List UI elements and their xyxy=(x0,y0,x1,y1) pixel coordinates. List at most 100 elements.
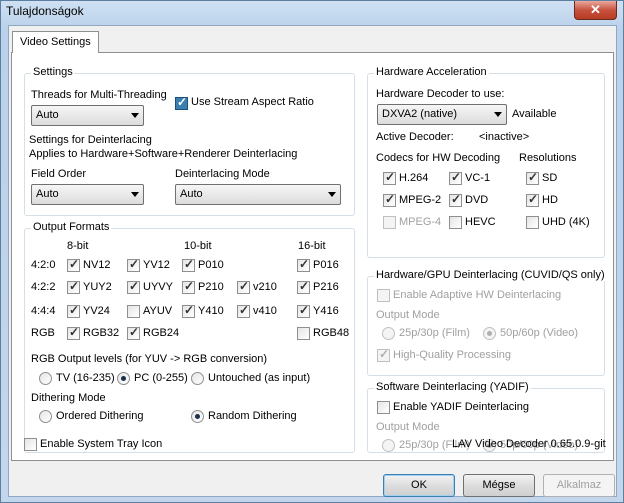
p216-checkbox[interactable] xyxy=(297,279,310,294)
vc1-checkbox[interactable] xyxy=(449,170,462,185)
cancel-button[interactable]: Mégse xyxy=(463,474,535,497)
ayuv-label[interactable]: AYUV xyxy=(143,305,172,317)
system-tray-checkbox[interactable] xyxy=(24,438,37,451)
tab-video-settings[interactable]: Video Settings xyxy=(12,31,99,53)
yuy2-label[interactable]: YUY2 xyxy=(83,281,112,293)
gpu-film-label[interactable]: 25p/30p (Film) xyxy=(399,327,470,339)
ayuv-checkbox[interactable] xyxy=(127,305,140,318)
p210-label[interactable]: P210 xyxy=(198,281,224,293)
p016-checkbox[interactable] xyxy=(297,257,310,272)
rgb24-label[interactable]: RGB24 xyxy=(143,327,179,339)
y416-label[interactable]: Y416 xyxy=(313,305,339,317)
hw-decoder-label: Hardware Decoder to use: xyxy=(376,88,505,100)
stream-aspect-label[interactable]: Use Stream Aspect Ratio xyxy=(191,96,314,108)
y410-label[interactable]: Y410 xyxy=(198,305,224,317)
close-button[interactable]: ✕ xyxy=(574,1,617,20)
v410-label[interactable]: v410 xyxy=(253,305,277,317)
hw-available: Available xyxy=(512,108,557,120)
yuy2-checkbox[interactable] xyxy=(67,279,80,294)
sw-film-radio[interactable] xyxy=(382,439,395,452)
uhd-label[interactable]: UHD (4K) xyxy=(542,216,590,228)
deint-mode-label: Deinterlacing Mode xyxy=(175,168,270,180)
p010-label[interactable]: P010 xyxy=(198,259,224,271)
col-16bit: 16-bit xyxy=(298,240,326,252)
p210-checkbox[interactable] xyxy=(182,279,195,294)
dvd-label[interactable]: DVD xyxy=(465,194,488,206)
threads-value: Auto xyxy=(36,109,59,121)
random-dither-radio[interactable] xyxy=(191,410,204,423)
rgb48-checkbox[interactable] xyxy=(297,327,310,340)
p216-label[interactable]: P216 xyxy=(313,281,339,293)
hw-decoder-dropdown[interactable]: DXVA2 (native) xyxy=(377,104,507,125)
threads-dropdown[interactable]: Auto xyxy=(31,105,144,126)
uhd-checkbox[interactable] xyxy=(526,216,539,229)
p016-label[interactable]: P016 xyxy=(313,259,339,271)
pc-range-radio[interactable] xyxy=(117,372,130,385)
hd-checkbox[interactable] xyxy=(526,192,539,207)
h264-label[interactable]: H.264 xyxy=(399,172,428,184)
rgb32-label[interactable]: RGB32 xyxy=(83,327,119,339)
hevc-label[interactable]: HEVC xyxy=(465,216,496,228)
yv12-checkbox[interactable] xyxy=(127,257,140,272)
rgb24-checkbox[interactable] xyxy=(127,325,140,340)
ordered-dither-radio[interactable] xyxy=(39,410,52,423)
settings-title: Settings xyxy=(31,66,75,78)
mpeg2-label[interactable]: MPEG-2 xyxy=(399,194,441,206)
ordered-dither-label[interactable]: Ordered Dithering xyxy=(56,410,143,422)
tab-page: Settings Threads for Multi-Threading Aut… xyxy=(11,52,614,461)
hd-label[interactable]: HD xyxy=(542,194,558,206)
hq-processing-label[interactable]: High-Quality Processing xyxy=(393,349,511,361)
yv12-label[interactable]: YV12 xyxy=(143,259,170,271)
tv-range-radio[interactable] xyxy=(39,372,52,385)
nv12-checkbox[interactable] xyxy=(67,257,80,272)
settings-group: Settings Threads for Multi-Threading Aut… xyxy=(24,66,355,216)
yadif-label[interactable]: Enable YADIF Deinterlacing xyxy=(393,401,529,413)
gpu-film-radio[interactable] xyxy=(382,327,395,340)
tv-range-label[interactable]: TV (16-235) xyxy=(56,372,115,384)
v410-checkbox[interactable] xyxy=(237,303,250,318)
gpu-video-label[interactable]: 50p/60p (Video) xyxy=(500,327,578,339)
gpu-deint-title: Hardware/GPU Deinterlacing (CUVID/QS onl… xyxy=(374,269,607,281)
stream-aspect-checkbox[interactable] xyxy=(175,95,188,110)
mpeg4-label[interactable]: MPEG-4 xyxy=(399,216,441,228)
adaptive-deint-label[interactable]: Enable Adaptive HW Deinterlacing xyxy=(393,289,561,301)
untouched-radio[interactable] xyxy=(191,372,204,385)
h264-checkbox[interactable] xyxy=(383,170,396,185)
system-tray-label[interactable]: Enable System Tray Icon xyxy=(40,438,162,450)
yadif-checkbox[interactable] xyxy=(377,401,390,414)
rgb32-checkbox[interactable] xyxy=(67,325,80,340)
field-order-dropdown[interactable]: Auto xyxy=(31,184,144,205)
uyvy-label[interactable]: UYVY xyxy=(143,281,173,293)
yv24-checkbox[interactable] xyxy=(67,303,80,318)
mpeg2-checkbox[interactable] xyxy=(383,192,396,207)
row-420: 4:2:0 xyxy=(31,259,56,271)
yv24-label[interactable]: YV24 xyxy=(83,305,110,317)
apply-button[interactable]: Alkalmaz xyxy=(543,474,615,497)
dvd-checkbox[interactable] xyxy=(449,192,462,207)
random-dither-label[interactable]: Random Dithering xyxy=(208,410,297,422)
ok-button[interactable]: OK xyxy=(383,474,455,497)
hevc-checkbox[interactable] xyxy=(449,216,462,229)
field-order-label: Field Order xyxy=(31,168,87,180)
adaptive-deint-checkbox[interactable] xyxy=(377,289,390,302)
gpu-output-mode-label: Output Mode xyxy=(376,309,440,321)
gpu-video-radio[interactable] xyxy=(483,327,496,340)
deint-mode-dropdown[interactable]: Auto xyxy=(175,184,341,205)
untouched-label[interactable]: Untouched (as input) xyxy=(208,372,310,384)
hq-processing-checkbox[interactable] xyxy=(377,347,390,362)
mpeg4-checkbox[interactable] xyxy=(383,216,396,229)
uyvy-checkbox[interactable] xyxy=(127,279,140,294)
pc-range-label[interactable]: PC (0-255) xyxy=(134,372,188,384)
chevron-down-icon xyxy=(494,112,502,117)
v210-checkbox[interactable] xyxy=(237,279,250,294)
y410-checkbox[interactable] xyxy=(182,303,195,318)
vc1-label[interactable]: VC-1 xyxy=(465,172,490,184)
v210-label[interactable]: v210 xyxy=(253,281,277,293)
sd-label[interactable]: SD xyxy=(542,172,557,184)
rgb48-label[interactable]: RGB48 xyxy=(313,327,349,339)
nv12-label[interactable]: NV12 xyxy=(83,259,111,271)
y416-checkbox[interactable] xyxy=(297,303,310,318)
threads-label: Threads for Multi-Threading xyxy=(31,89,167,101)
sd-checkbox[interactable] xyxy=(526,170,539,185)
p010-checkbox[interactable] xyxy=(182,257,195,272)
